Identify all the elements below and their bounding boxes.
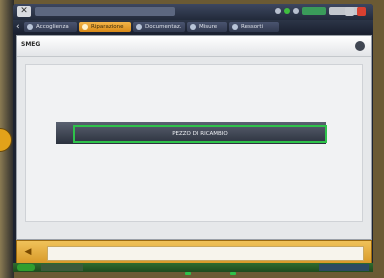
part-selection-row: PEZZO DI RICAMBIO bbox=[56, 122, 327, 144]
tab-bar: ‹ Accoglienza Riparazione Documentaz. Mi… bbox=[13, 20, 373, 34]
status-led-icon bbox=[230, 272, 236, 275]
tab-label: Riparazione bbox=[91, 24, 124, 30]
chevron-left-icon[interactable]: ‹ bbox=[16, 21, 20, 33]
tab-accoglienza[interactable]: Accoglienza bbox=[24, 22, 77, 32]
status-icon-3 bbox=[293, 8, 299, 14]
message-field bbox=[47, 246, 364, 261]
spare-part-button[interactable]: PEZZO DI RICAMBIO bbox=[73, 125, 327, 143]
help-button[interactable] bbox=[337, 40, 365, 52]
tab-documentazione[interactable]: Documentaz. bbox=[133, 22, 185, 32]
help-icon bbox=[355, 41, 365, 51]
tab-label: Documentaz. bbox=[145, 24, 182, 30]
status-icon-1 bbox=[275, 8, 281, 14]
tab-icon bbox=[27, 24, 33, 30]
main-content: SMEG PEZZO DI RICAMBIO bbox=[16, 35, 372, 240]
tab-label: Accoglienza bbox=[36, 24, 69, 30]
top-toolbar: ✕ bbox=[13, 4, 373, 20]
tab-icon bbox=[136, 24, 142, 30]
tab-icon bbox=[190, 24, 196, 30]
tab-misure[interactable]: Misure bbox=[187, 22, 227, 32]
minimize-icon[interactable] bbox=[345, 7, 354, 16]
app-screen: ✕ ‹ Accoglienza Riparazione Documentaz. … bbox=[13, 4, 373, 269]
title-field bbox=[35, 7, 175, 16]
tab-riparazione[interactable]: Riparazione bbox=[79, 22, 131, 32]
tab-label: Misure bbox=[199, 24, 218, 30]
tab-icon bbox=[232, 24, 238, 30]
status-field-grey bbox=[329, 7, 359, 15]
close-icon[interactable]: ✕ bbox=[17, 6, 31, 17]
taskbar-item[interactable] bbox=[41, 264, 83, 271]
os-taskbar bbox=[13, 263, 373, 272]
tab-ressorti[interactable]: Ressorti bbox=[229, 22, 279, 32]
content-panel: PEZZO DI RICAMBIO bbox=[25, 64, 363, 222]
breadcrumb: SMEG bbox=[21, 41, 41, 48]
window-close-icon[interactable] bbox=[357, 7, 366, 16]
breadcrumb-bar: SMEG bbox=[17, 36, 371, 57]
status-icon-2 bbox=[284, 8, 290, 14]
tab-icon bbox=[82, 24, 88, 30]
start-icon[interactable] bbox=[17, 264, 35, 271]
tab-label: Ressorti bbox=[241, 24, 263, 30]
back-arrow-icon[interactable]: ◀ bbox=[23, 247, 33, 257]
power-led-icon bbox=[185, 272, 191, 275]
system-tray bbox=[319, 264, 369, 271]
status-field-green bbox=[302, 7, 326, 15]
